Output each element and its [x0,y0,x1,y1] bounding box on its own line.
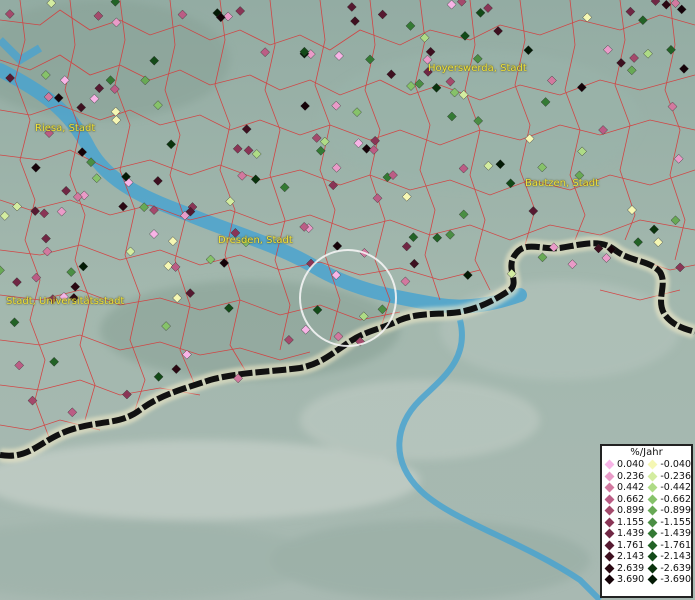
legend-value: -0.040 [660,459,691,471]
legend-row: 1.439 [604,528,647,540]
legend-row: 2.143 [604,551,647,563]
legend-swatch [647,505,658,516]
legend-swatch [604,551,615,562]
legend-swatch [604,563,615,574]
legend-row: 1.761 [604,540,647,552]
legend-row: -0.040 [647,459,691,471]
legend-row: -0.662 [647,494,691,506]
legend-row: 1.155 [604,517,647,529]
legend-row: -0.442 [647,482,691,494]
legend-row: -0.236 [647,471,691,483]
legend-row: -2.639 [647,563,691,575]
legend-row: 3.690 [604,574,647,586]
legend-value: -0.899 [660,505,691,517]
city-label-bautzen: Bautzen, Stadt [525,178,600,189]
legend-row: -3.690 [647,574,691,586]
legend-row: 0.662 [604,494,647,506]
legend-row: 0.442 [604,482,647,494]
legend-row: 2.639 [604,563,647,575]
legend-swatch [647,459,658,470]
city-label-dresden: Dresden, Stadt [218,235,293,246]
legend-value: 0.899 [617,505,645,517]
legend-value: 1.439 [617,528,645,540]
legend-value: 3.690 [617,574,645,586]
legend-value: -1.761 [660,539,691,551]
city-label-universitaetsstadt: Stadt, Universitätsstadt [6,296,125,307]
legend-value: 1.761 [617,539,645,551]
legend-swatch [604,482,615,493]
city-label-riesa: Riesa, Stadt [35,123,96,134]
legend-swatch [647,574,658,585]
legend-swatch [647,563,658,574]
legend-swatch [647,528,658,539]
legend-swatch [604,517,615,528]
legend-value: 0.662 [617,493,645,505]
legend-swatch [604,528,615,539]
legend-value: -3.690 [660,574,691,586]
legend-value: -0.662 [660,493,691,505]
legend-value: -0.442 [660,482,691,494]
legend-swatch [647,540,658,551]
legend-swatch [647,517,658,528]
legend-value: 0.442 [617,482,645,494]
legend: %/Jahr 0.040 0.236 0.442 0.662 0.899 1.155 1.4… [600,444,693,598]
legend-row: -2.143 [647,551,691,563]
legend-row: 0.040 [604,459,647,471]
legend-swatch [604,574,615,585]
legend-title: %/Jahr [630,447,663,458]
legend-swatch [604,459,615,470]
legend-value: 1.155 [617,516,645,528]
legend-value: -1.439 [660,528,691,540]
city-label-hoyerswerda: Hoyerswerda, Stadt [428,63,527,74]
legend-row: 0.899 [604,505,647,517]
legend-swatch [647,551,658,562]
legend-row: -1.155 [647,517,691,529]
map-view[interactable]: Hoyerswerda, Stadt Riesa, Stadt Bautzen,… [0,0,695,600]
legend-value: -1.155 [660,516,691,528]
legend-negative-column: -0.040 -0.236 -0.442 -0.662 -0.899 -1.155 -1.4… [647,459,691,586]
legend-swatch [647,494,658,505]
legend-value: 2.143 [617,551,645,563]
legend-value: 0.040 [617,459,645,471]
legend-swatch [604,471,615,482]
legend-row: -1.439 [647,528,691,540]
legend-positive-column: 0.040 0.236 0.442 0.662 0.899 1.155 1.439 1.761… [604,459,647,586]
legend-value: -2.143 [660,551,691,563]
legend-row: -1.761 [647,540,691,552]
legend-value: 2.639 [617,562,645,574]
legend-row: 0.236 [604,471,647,483]
legend-value: -2.639 [660,562,691,574]
legend-swatch [604,494,615,505]
legend-value: -0.236 [660,470,691,482]
legend-swatch [604,540,615,551]
legend-value: 0.236 [617,470,645,482]
legend-swatch [647,471,658,482]
legend-row: -0.899 [647,505,691,517]
legend-swatch [647,482,658,493]
legend-swatch [604,505,615,516]
